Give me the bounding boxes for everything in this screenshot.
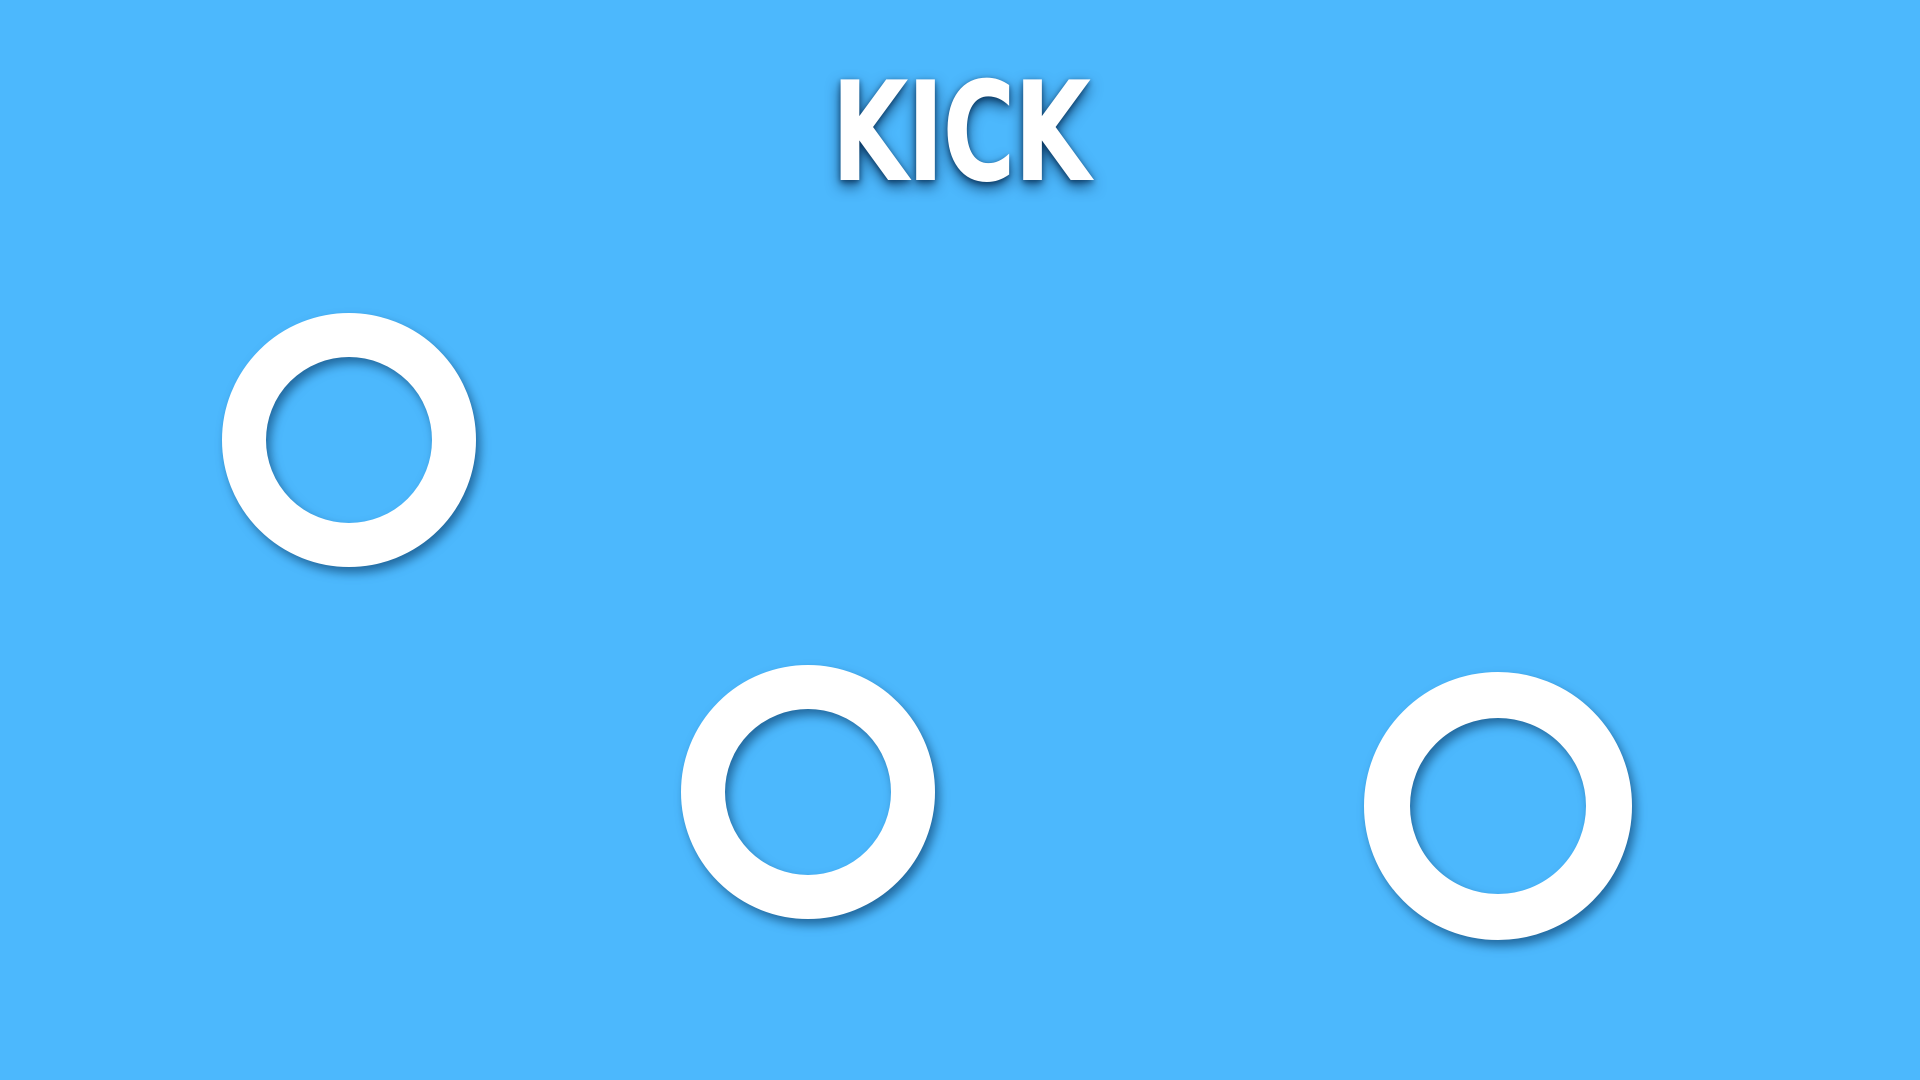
ring-target-3[interactable] (1364, 672, 1632, 940)
ring-target-1[interactable] (222, 313, 476, 567)
ring-target-2[interactable] (681, 665, 935, 919)
game-screen: { "game": { "prompt_word": "KICK", "back… (0, 0, 1920, 1080)
prompt-word: KICK (831, 52, 1092, 213)
